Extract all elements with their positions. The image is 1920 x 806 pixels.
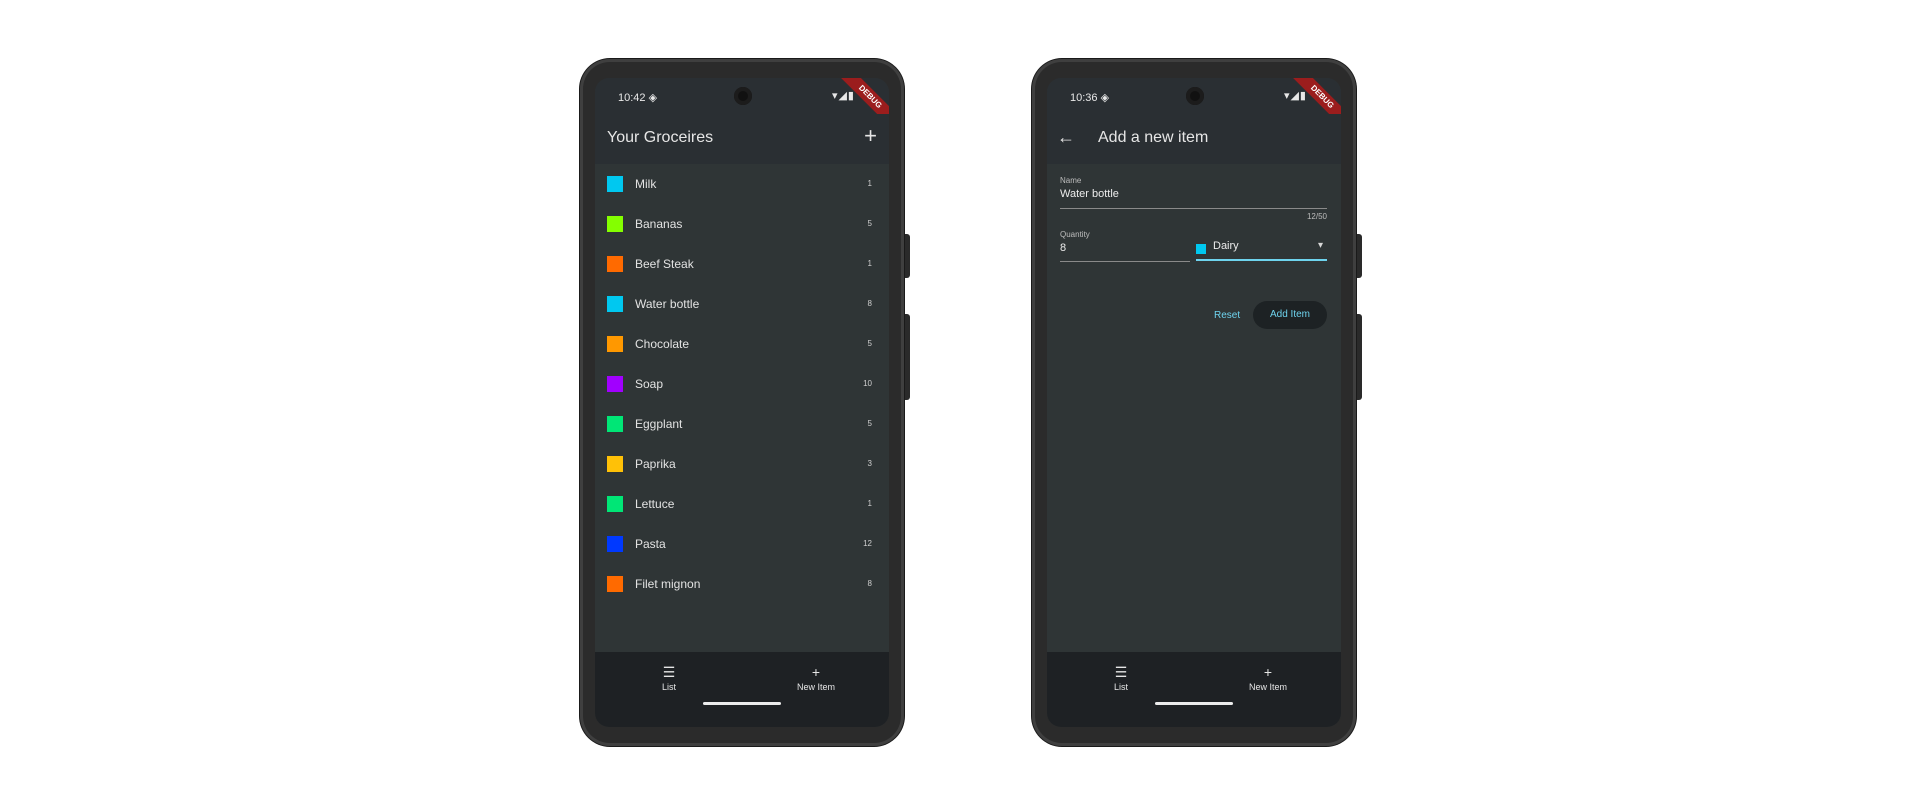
category-color-swatch <box>607 576 623 592</box>
name-char-counter: 12/50 <box>1306 212 1327 221</box>
status-bar: 10:36 ◈ ▾◢▮ DEBUG <box>1047 78 1341 134</box>
list-item[interactable]: Eggplant 5 <box>595 404 889 444</box>
item-quantity: 3 <box>867 459 872 468</box>
nav-list[interactable]: ☰ List <box>1081 664 1161 692</box>
grocery-list: Milk 1 Bananas 5 Beef Steak 1 Water bottle 8 Cho… <box>595 164 889 604</box>
bottom-navigation: ☰ List + New Item <box>595 652 889 727</box>
quantity-label: Quantity <box>1060 230 1090 239</box>
quantity-field[interactable]: Quantity 8 <box>1060 230 1190 262</box>
category-color-swatch <box>607 176 623 192</box>
volume-button <box>905 234 910 278</box>
status-time: 10:36 ◈ <box>1070 92 1110 104</box>
list-item[interactable]: Chocolate 5 <box>595 324 889 364</box>
name-field[interactable]: Name Water bottle <box>1060 176 1327 209</box>
camera-cutout <box>1186 87 1204 105</box>
chevron-down-icon: ▾ <box>1317 240 1323 251</box>
category-color-swatch <box>607 256 623 272</box>
item-name: Lettuce <box>635 497 675 511</box>
name-label: Name <box>1060 176 1082 185</box>
power-button <box>1357 314 1362 400</box>
volume-button <box>1357 234 1362 278</box>
page-title: Your Groceires <box>607 129 714 146</box>
plus-icon: + <box>1263 664 1273 680</box>
nav-new-item[interactable]: + New Item <box>1228 664 1308 692</box>
category-selected-value: Dairy <box>1213 240 1239 252</box>
item-name: Soap <box>635 377 664 391</box>
home-indicator[interactable] <box>703 702 781 705</box>
item-quantity: 12 <box>863 539 872 548</box>
category-color-swatch <box>607 296 623 312</box>
category-color-swatch <box>607 536 623 552</box>
category-color-swatch <box>607 336 623 352</box>
item-name: Paprika <box>635 457 676 471</box>
nav-new-item[interactable]: + New Item <box>776 664 856 692</box>
reset-button[interactable]: Reset <box>1214 310 1240 321</box>
app-bar: Your Groceires + <box>595 114 889 164</box>
item-name: Chocolate <box>635 337 690 351</box>
page-title: Add a new item <box>1098 129 1209 146</box>
item-quantity: 1 <box>867 499 872 508</box>
system-status-icons: ▾◢▮ <box>1283 90 1307 102</box>
category-color-swatch <box>607 216 623 232</box>
nav-label: List <box>661 682 676 692</box>
item-quantity: 8 <box>867 299 872 308</box>
item-quantity: 10 <box>863 379 872 388</box>
category-color-swatch <box>1196 244 1206 254</box>
category-color-swatch <box>607 496 623 512</box>
plus-icon: + <box>811 664 821 680</box>
status-bar: 10:42 ◈ ▾◢▮ DEBUG <box>595 78 889 134</box>
nav-label: List <box>1113 682 1128 692</box>
add-item-button[interactable]: Add Item <box>1253 301 1327 329</box>
item-name: Pasta <box>635 537 666 551</box>
home-indicator[interactable] <box>1155 702 1233 705</box>
item-quantity: 1 <box>867 179 872 188</box>
list-item[interactable]: Lettuce 1 <box>595 484 889 524</box>
list-icon: ☰ <box>662 664 676 680</box>
item-name: Water bottle <box>635 297 700 311</box>
power-button <box>905 314 910 400</box>
nav-label: New Item <box>796 682 835 692</box>
list-item[interactable]: Water bottle 8 <box>595 284 889 324</box>
name-input-value: Water bottle <box>1060 188 1119 200</box>
item-quantity: 5 <box>867 339 872 348</box>
phone-left: 10:42 ◈ ▾◢▮ DEBUG Your Groceires + Milk 1… <box>580 59 910 746</box>
camera-cutout <box>734 87 752 105</box>
category-color-swatch <box>607 456 623 472</box>
screen-add-item: 10:36 ◈ ▾◢▮ DEBUG ← Add a new item Name … <box>1047 78 1341 727</box>
item-name: Eggplant <box>635 417 683 431</box>
item-name: Filet mignon <box>635 577 701 591</box>
list-icon: ☰ <box>1114 664 1128 680</box>
list-item[interactable]: Bananas 5 <box>595 204 889 244</box>
nav-label: New Item <box>1248 682 1287 692</box>
category-color-swatch <box>607 376 623 392</box>
list-item[interactable]: Paprika 3 <box>595 444 889 484</box>
list-item[interactable]: Filet mignon 8 <box>595 564 889 604</box>
status-time: 10:42 ◈ <box>618 92 658 104</box>
category-color-swatch <box>607 416 623 432</box>
bottom-navigation: ☰ List + New Item <box>1047 652 1341 727</box>
system-status-icons: ▾◢▮ <box>831 90 855 102</box>
item-name: Bananas <box>635 217 683 231</box>
list-item[interactable]: Pasta 12 <box>595 524 889 564</box>
screen-grocery-list: 10:42 ◈ ▾◢▮ DEBUG Your Groceires + Milk 1… <box>595 78 889 727</box>
phone-right: 10:36 ◈ ▾◢▮ DEBUG ← Add a new item Name … <box>1032 59 1362 746</box>
back-arrow-icon[interactable]: ← <box>1057 127 1075 148</box>
item-quantity: 5 <box>867 419 872 428</box>
list-item[interactable]: Beef Steak 1 <box>595 244 889 284</box>
list-item[interactable]: Soap 10 <box>595 364 889 404</box>
category-dropdown[interactable]: Dairy ▾ <box>1196 230 1327 261</box>
item-quantity: 5 <box>867 219 872 228</box>
quantity-input-value: 8 <box>1060 242 1067 254</box>
item-name: Milk <box>635 177 657 191</box>
add-item-icon[interactable]: + <box>864 125 877 147</box>
app-bar: ← Add a new item <box>1047 114 1341 164</box>
nav-list[interactable]: ☰ List <box>629 664 709 692</box>
item-quantity: 1 <box>867 259 872 268</box>
item-quantity: 8 <box>867 579 872 588</box>
list-item[interactable]: Milk 1 <box>595 164 889 204</box>
item-name: Beef Steak <box>635 257 694 271</box>
